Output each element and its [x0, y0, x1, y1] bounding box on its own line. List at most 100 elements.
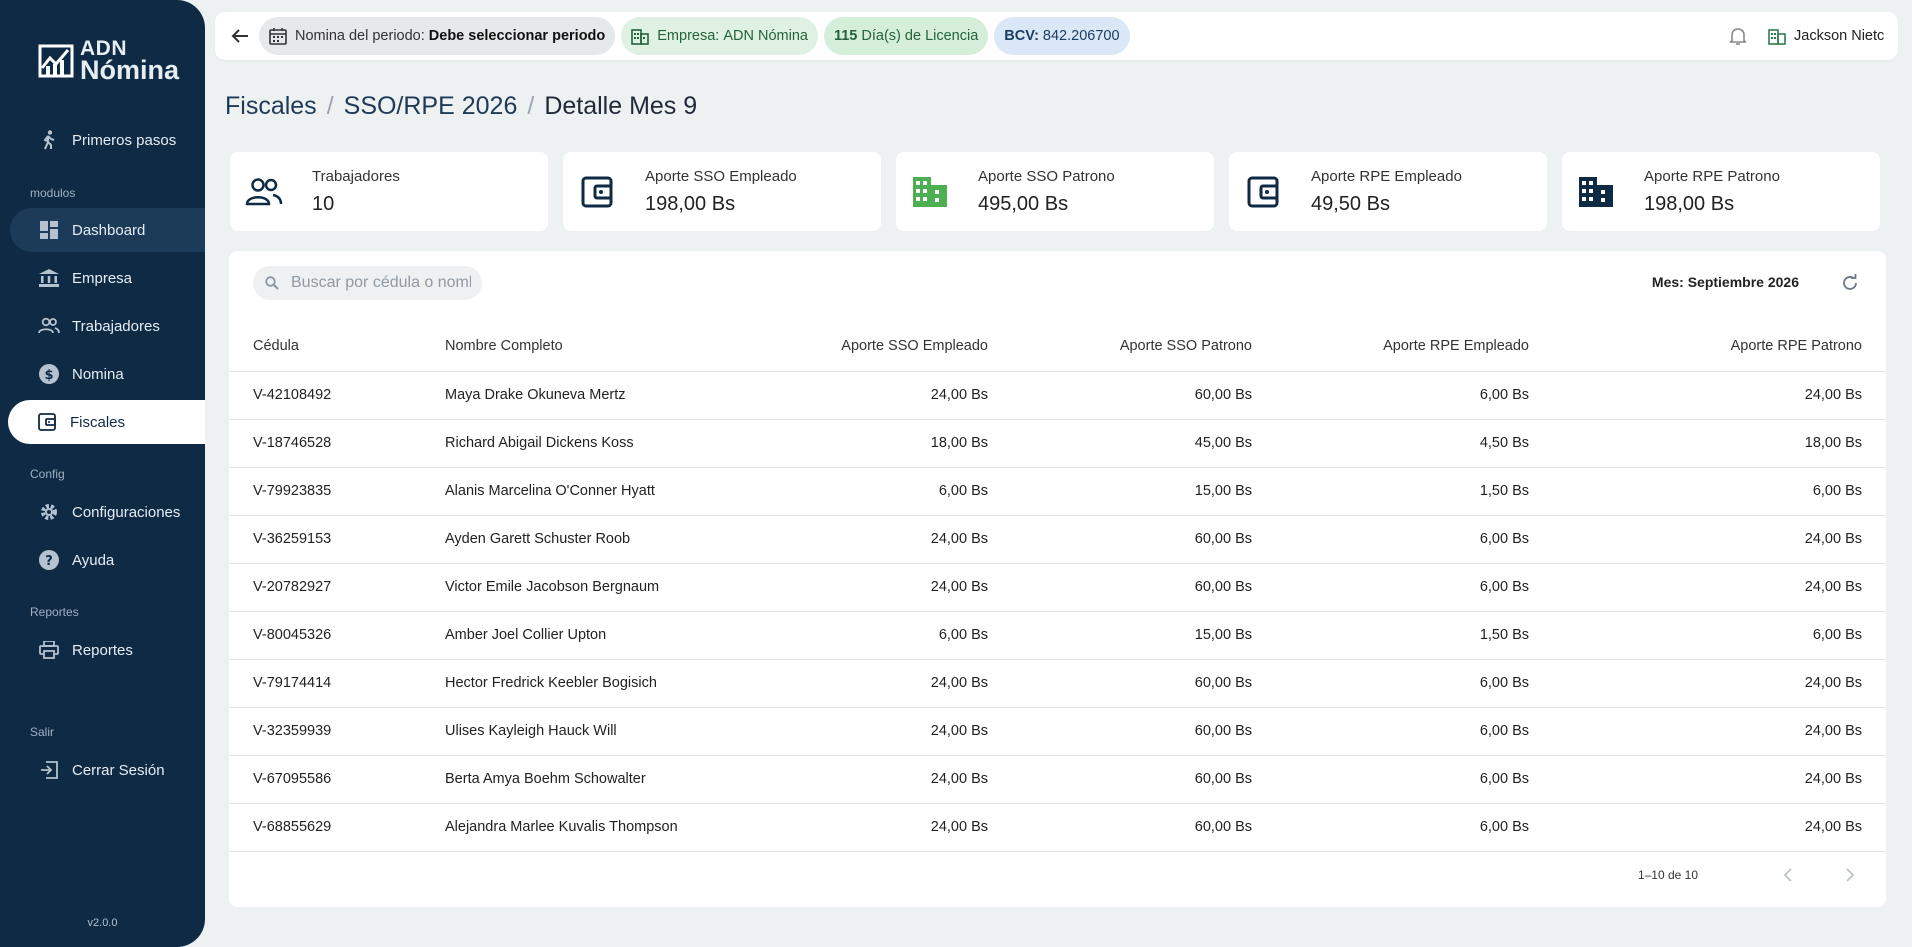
column-header-rpe-patrono[interactable]: Aporte RPE Patrono	[1529, 321, 1886, 372]
cell-cedula: V-79174414	[229, 659, 445, 708]
empresa-label: Empresa:	[657, 28, 720, 44]
card-aporte-rpe-empleado: Aporte RPE Empleado 49,50 Bs	[1229, 152, 1547, 231]
pagination: 1–10 de 10	[1638, 863, 1862, 887]
breadcrumb-current: Detalle Mes 9	[544, 92, 698, 120]
periodo-chip[interactable]: Nomina del periodo: Debe seleccionar per…	[259, 17, 616, 55]
section-label-reportes: Reportes	[30, 605, 79, 619]
card-value: 49,50 Bs	[1311, 192, 1390, 215]
cell-cedula: V-32359939	[229, 707, 445, 756]
search-box[interactable]	[253, 266, 482, 300]
search-input[interactable]	[291, 274, 471, 292]
breadcrumb-separator: /	[527, 92, 535, 120]
column-header-sso-empleado[interactable]: Aporte SSO Empleado	[745, 321, 988, 372]
card-title: Aporte SSO Empleado	[645, 167, 797, 185]
sidebar-item-cerrar-sesion[interactable]: Cerrar Sesión	[10, 748, 205, 792]
cell-rpe-empleado: 1,50 Bs	[1252, 611, 1529, 660]
user-menu[interactable]: Jackson Nietc	[1768, 27, 1898, 45]
cell-rpe-empleado: 6,00 Bs	[1252, 707, 1529, 756]
sidebar-item-label: Dashboard	[72, 221, 146, 239]
chevron-right-icon[interactable]	[1838, 863, 1862, 887]
table-row[interactable]: V-18746528 Richard Abigail Dickens Koss 18…	[229, 419, 1886, 468]
sidebar-item-configuraciones[interactable]: Configuraciones	[10, 490, 205, 534]
table-row[interactable]: V-79174414 Hector Fredrick Keebler Bogisi…	[229, 659, 1886, 708]
back-arrow-icon[interactable]	[227, 23, 253, 49]
sidebar-item-primeros-pasos[interactable]: Primeros pasos	[10, 118, 205, 162]
cell-sso-empleado: 24,00 Bs	[745, 563, 988, 612]
app-logo[interactable]: ADN Nómina	[38, 38, 179, 84]
sidebar-item-empresa[interactable]: Empresa	[10, 256, 205, 300]
cell-nombre: Victor Emile Jacobson Bergnaum	[445, 563, 745, 612]
month-selector[interactable]: Mes: Septiembre 2026	[1652, 274, 1799, 290]
card-title: Aporte RPE Empleado	[1311, 167, 1462, 185]
sidebar-item-label: Empresa	[72, 269, 133, 287]
bcv-chip: BCV: 842.206700	[994, 17, 1130, 55]
table-row[interactable]: V-80045326 Amber Joel Collier Upton 6,00 B…	[229, 611, 1886, 660]
building-icon	[1768, 27, 1786, 45]
table-row[interactable]: V-68855629 Alejandra Marlee Kuvalis Thomp…	[229, 803, 1886, 852]
column-header-sso-patrono[interactable]: Aporte SSO Patrono	[988, 321, 1252, 372]
cell-nombre: Alejandra Marlee Kuvalis Thompson	[445, 803, 745, 852]
card-aporte-sso-empleado: Aporte SSO Empleado 198,00 Bs	[563, 152, 881, 231]
cell-sso-empleado: 24,00 Bs	[745, 707, 988, 756]
table-row[interactable]: V-42108492 Maya Drake Okuneva Mertz 24,00 …	[229, 371, 1886, 420]
sidebar-item-trabajadores[interactable]: Trabajadores	[10, 304, 205, 348]
table-row[interactable]: V-36259153 Ayden Garett Schuster Roob 24,0…	[229, 515, 1886, 564]
card-trabajadores: Trabajadores 10	[230, 152, 548, 231]
sidebar-item-fiscales[interactable]: Fiscales	[8, 400, 205, 444]
cell-cedula: V-79923835	[229, 467, 445, 516]
user-name: Jackson Nietc	[1794, 28, 1885, 44]
table-row[interactable]: V-20782927 Victor Emile Jacobson Bergnaum…	[229, 563, 1886, 612]
column-header-cedula[interactable]: Cédula	[229, 321, 445, 372]
breadcrumb-fiscales[interactable]: Fiscales	[225, 92, 317, 121]
cell-rpe-patrono: 18,00 Bs	[1529, 419, 1886, 468]
logo-text-line2: Nómina	[80, 55, 180, 85]
chevron-left-icon[interactable]	[1776, 863, 1800, 887]
cell-sso-patrono: 60,00 Bs	[988, 803, 1252, 852]
refresh-icon[interactable]	[1838, 271, 1862, 295]
cell-sso-patrono: 45,00 Bs	[988, 419, 1252, 468]
top-bar: Nomina del periodo: Debe seleccionar per…	[215, 12, 1898, 60]
cell-rpe-patrono: 6,00 Bs	[1529, 467, 1886, 516]
column-header-nombre[interactable]: Nombre Completo	[445, 321, 745, 372]
card-aporte-rpe-patrono: Aporte RPE Patrono 198,00 Bs	[1562, 152, 1880, 231]
column-header-rpe-empleado[interactable]: Aporte RPE Empleado	[1252, 321, 1529, 372]
people-icon	[38, 315, 60, 337]
breadcrumb-sso-rpe[interactable]: SSO/RPE 2026	[344, 92, 518, 121]
table-row[interactable]: V-32359939 Ulises Kayleigh Hauck Will 24,0…	[229, 707, 1886, 756]
cell-nombre: Amber Joel Collier Upton	[445, 611, 745, 660]
sidebar-item-nomina[interactable]: $ Nomina	[10, 352, 205, 396]
sidebar-item-label: Primeros pasos	[72, 131, 177, 149]
card-value: 198,00 Bs	[1644, 192, 1735, 215]
empresa-value: ADN Nómina	[723, 28, 808, 44]
cell-nombre: Maya Drake Okuneva Mertz	[445, 371, 745, 420]
wallet-icon	[577, 172, 617, 212]
empresa-chip[interactable]: Empresa: ADN Nómina	[621, 17, 818, 55]
building-icon	[1576, 172, 1616, 212]
sidebar-item-label: Configuraciones	[72, 503, 181, 521]
sidebar-item-label: Fiscales	[70, 413, 126, 431]
logo-chart-icon	[38, 44, 74, 78]
cell-sso-empleado: 24,00 Bs	[745, 755, 988, 804]
cell-rpe-patrono: 24,00 Bs	[1529, 803, 1886, 852]
sidebar-item-label: Trabajadores	[72, 317, 160, 335]
printer-icon	[38, 639, 60, 661]
wallet-icon	[1243, 172, 1283, 212]
table-row[interactable]: V-79923835 Alanis Marcelina O'Conner Hyat…	[229, 467, 1886, 516]
dashboard-icon	[38, 219, 60, 241]
cell-rpe-patrono: 24,00 Bs	[1529, 755, 1886, 804]
card-title: Aporte RPE Patrono	[1644, 167, 1780, 185]
bell-icon[interactable]	[1726, 24, 1750, 48]
cell-cedula: V-80045326	[229, 611, 445, 660]
cell-nombre: Berta Amya Boehm Schowalter	[445, 755, 745, 804]
svg-text:?: ?	[45, 554, 53, 569]
sidebar-item-ayuda[interactable]: ? Ayuda	[10, 538, 205, 582]
svg-text:$: $	[44, 368, 53, 383]
sidebar-item-label: Ayuda	[72, 551, 115, 569]
cell-cedula: V-68855629	[229, 803, 445, 852]
sidebar-item-dashboard[interactable]: Dashboard	[10, 208, 205, 252]
sidebar-item-reportes[interactable]: Reportes	[10, 628, 205, 672]
pagination-info: 1–10 de 10	[1637, 868, 1698, 882]
cell-nombre: Ayden Garett Schuster Roob	[445, 515, 745, 564]
cell-rpe-empleado: 1,50 Bs	[1252, 467, 1529, 516]
table-row[interactable]: V-67095586 Berta Amya Boehm Schowalter 24,…	[229, 755, 1886, 804]
